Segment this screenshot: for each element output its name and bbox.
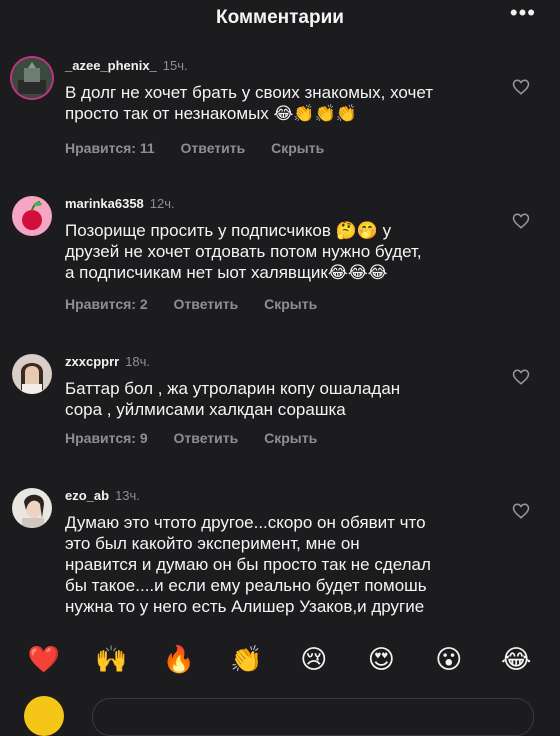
username[interactable]: ezo_ab (65, 488, 109, 503)
comment-text: Баттар бол , жа утроларин копу ошаладан … (65, 379, 401, 419)
timestamp: 12ч. (149, 196, 175, 211)
reaction-clap-icon[interactable]: 👏 (226, 644, 266, 675)
avatar[interactable] (12, 488, 52, 528)
comment-meta: zxxcpprr 18ч. (65, 354, 150, 369)
comment-actions: Нравится: 9 Ответить Скрыть (65, 430, 339, 446)
reaction-heart-eyes-icon[interactable]: 😍 (361, 644, 401, 675)
avatar[interactable] (12, 58, 52, 98)
current-user-avatar (24, 696, 64, 736)
comment-item: marinka6358 12ч. Позорище просить у подпи… (0, 182, 560, 332)
username[interactable]: _azee_phenix_ (65, 58, 157, 73)
reply-button[interactable]: Ответить (174, 296, 239, 312)
comment-item: _azee_phenix_ 15ч. В долг не хочет брать … (0, 44, 560, 174)
hide-button[interactable]: Скрыть (264, 296, 317, 312)
likes-count[interactable]: Нравится: 2 (65, 296, 148, 312)
more-options-icon[interactable]: ••• (510, 2, 536, 24)
comment-meta: ezo_ab 13ч. (65, 488, 140, 503)
reply-button[interactable]: Ответить (174, 430, 239, 446)
hide-button[interactable]: Скрыть (271, 140, 324, 156)
comment-item: ezo_ab 13ч. Думаю это чтото другое...скор… (0, 474, 560, 624)
timestamp: 18ч. (125, 354, 151, 369)
comment-list: _azee_phenix_ 15ч. В долг не хочет брать … (0, 44, 560, 624)
comment-input[interactable] (92, 698, 534, 736)
username[interactable]: zxxcpprr (65, 354, 119, 369)
reaction-heart-icon[interactable]: ❤️ (24, 644, 64, 675)
comment-item: zxxcpprr 18ч. Баттар бол , жа утроларин к… (0, 340, 560, 470)
comment-text: Думаю это чтото другое...скоро он обявит… (65, 513, 431, 616)
reaction-laughing-icon[interactable]: 😂 (496, 644, 536, 675)
timestamp: 15ч. (162, 58, 188, 73)
quick-reaction-bar: ❤️ 🙌 🔥 👏 😢 😍 😮 😂 (0, 628, 560, 690)
top-bar: Комментарии ••• (0, 0, 560, 36)
reaction-fire-icon[interactable]: 🔥 (159, 644, 199, 675)
like-heart-icon[interactable] (512, 368, 530, 386)
comment-meta: _azee_phenix_ 15ч. (65, 58, 188, 73)
avatar[interactable] (12, 196, 52, 236)
reaction-raised-hands-icon[interactable]: 🙌 (91, 644, 131, 675)
comment-actions: Нравится: 2 Ответить Скрыть (65, 296, 339, 312)
comment-text: В долг не хочет брать у своих знакомых, … (65, 83, 433, 123)
timestamp: 13ч. (115, 488, 140, 503)
like-heart-icon[interactable] (512, 212, 530, 230)
like-heart-icon[interactable] (512, 78, 530, 96)
hide-button[interactable]: Скрыть (264, 430, 317, 446)
reply-button[interactable]: Ответить (181, 140, 246, 156)
likes-count[interactable]: Нравится: 9 (65, 430, 148, 446)
username[interactable]: marinka6358 (65, 196, 144, 211)
likes-count[interactable]: Нравится: 11 (65, 140, 155, 156)
reaction-surprised-icon[interactable]: 😮 (429, 644, 469, 675)
reaction-crying-icon[interactable]: 😢 (294, 644, 334, 675)
comment-actions: Нравится: 11 Ответить Скрыть (65, 140, 346, 156)
avatar[interactable] (12, 354, 52, 394)
like-heart-icon[interactable] (512, 502, 530, 520)
comment-text: Позорище просить у подписчиков 🤔🤭 у друз… (65, 221, 422, 282)
page-title: Комментарии (216, 7, 344, 28)
comment-meta: marinka6358 12ч. (65, 196, 175, 211)
